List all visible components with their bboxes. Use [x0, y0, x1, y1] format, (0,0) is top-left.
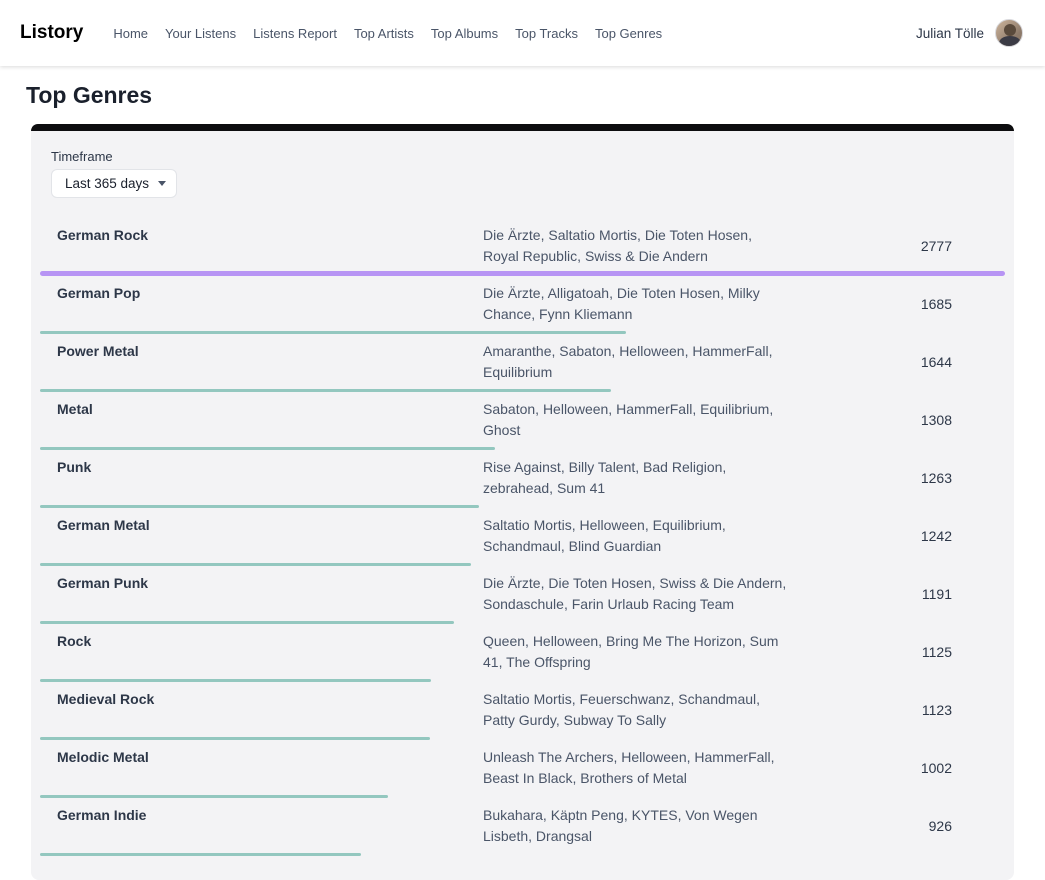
- app-logo[interactable]: Listory: [20, 22, 83, 44]
- genre-name: German Punk: [40, 573, 483, 615]
- chevron-down-icon: [158, 181, 166, 186]
- nav-link-top-genres[interactable]: Top Genres: [595, 26, 662, 41]
- timeframe-value: Last 365 days: [65, 176, 149, 191]
- genre-row: German PunkDie Ärzte, Die Toten Hosen, S…: [40, 566, 1005, 624]
- genre-listen-count: 926: [803, 818, 1005, 834]
- genre-row: PunkRise Against, Billy Talent, Bad Reli…: [40, 450, 1005, 508]
- timeframe-select[interactable]: Last 365 days: [51, 169, 177, 198]
- genre-top-artists: Die Ärzte, Alligatoah, Die Toten Hosen, …: [483, 283, 789, 325]
- genre-top-artists: Die Ärzte, Die Toten Hosen, Swiss & Die …: [483, 573, 789, 615]
- genre-top-artists: Unleash The Archers, Helloween, HammerFa…: [483, 747, 789, 789]
- page-title: Top Genres: [26, 82, 1045, 109]
- genre-progress-bar: [40, 853, 361, 856]
- genre-listen-count: 1123: [803, 702, 1005, 718]
- genre-name: Punk: [40, 457, 483, 499]
- nav-link-top-albums[interactable]: Top Albums: [431, 26, 498, 41]
- genre-top-artists: Saltatio Mortis, Helloween, Equilibrium,…: [483, 515, 789, 557]
- genre-table: German RockDie Ärzte, Saltatio Mortis, D…: [40, 218, 1005, 856]
- genre-top-artists: Sabaton, Helloween, HammerFall, Equilibr…: [483, 399, 789, 441]
- genre-top-artists: Die Ärzte, Saltatio Mortis, Die Toten Ho…: [483, 225, 789, 267]
- genre-name: German Rock: [40, 225, 483, 267]
- navbar: Listory Home Your Listens Listens Report To…: [0, 0, 1045, 66]
- nav-link-top-artists[interactable]: Top Artists: [354, 26, 414, 41]
- genre-listen-count: 1644: [803, 354, 1005, 370]
- genre-row: German MetalSaltatio Mortis, Helloween, …: [40, 508, 1005, 566]
- genre-top-artists: Saltatio Mortis, Feuerschwanz, Schandmau…: [483, 689, 789, 731]
- timeframe-label: Timeframe: [51, 149, 1005, 164]
- card-top-bar: [31, 124, 1014, 131]
- genre-row: MetalSabaton, Helloween, HammerFall, Equ…: [40, 392, 1005, 450]
- genre-row: Power MetalAmaranthe, Sabaton, Helloween…: [40, 334, 1005, 392]
- nav-links: Home Your Listens Listens Report Top Artist…: [113, 26, 662, 41]
- genre-row: Medieval RockSaltatio Mortis, Feuerschwa…: [40, 682, 1005, 740]
- genre-row: German PopDie Ärzte, Alligatoah, Die Tot…: [40, 276, 1005, 334]
- nav-link-listens-report[interactable]: Listens Report: [253, 26, 337, 41]
- nav-link-home[interactable]: Home: [113, 26, 148, 41]
- genre-name: Metal: [40, 399, 483, 441]
- genre-row: German IndieBukahara, Käptn Peng, KYTES,…: [40, 798, 1005, 856]
- genre-name: German Indie: [40, 805, 483, 847]
- genre-name: German Metal: [40, 515, 483, 557]
- genre-listen-count: 1308: [803, 412, 1005, 428]
- top-genres-card: Timeframe Last 365 days German RockDie Ä…: [31, 124, 1014, 880]
- genre-name: Rock: [40, 631, 483, 673]
- genre-name: Melodic Metal: [40, 747, 483, 789]
- genre-top-artists: Queen, Helloween, Bring Me The Horizon, …: [483, 631, 789, 673]
- genre-top-artists: Amaranthe, Sabaton, Helloween, HammerFal…: [483, 341, 789, 383]
- genre-name: Power Metal: [40, 341, 483, 383]
- genre-top-artists: Bukahara, Käptn Peng, KYTES, Von Wegen L…: [483, 805, 789, 847]
- genre-listen-count: 1263: [803, 470, 1005, 486]
- genre-listen-count: 1002: [803, 760, 1005, 776]
- genre-row: RockQueen, Helloween, Bring Me The Horiz…: [40, 624, 1005, 682]
- nav-link-your-listens[interactable]: Your Listens: [165, 26, 236, 41]
- genre-name: Medieval Rock: [40, 689, 483, 731]
- genre-name: German Pop: [40, 283, 483, 325]
- card-body: Timeframe Last 365 days German RockDie Ä…: [31, 131, 1014, 880]
- genre-row: German RockDie Ärzte, Saltatio Mortis, D…: [40, 218, 1005, 276]
- genre-row: Melodic MetalUnleash The Archers, Hellow…: [40, 740, 1005, 798]
- genre-listen-count: 2777: [803, 238, 1005, 254]
- user-avatar[interactable]: [995, 19, 1023, 47]
- genre-listen-count: 1125: [803, 644, 1005, 660]
- user-name: Julian Tölle: [916, 26, 984, 41]
- genre-listen-count: 1242: [803, 528, 1005, 544]
- genre-listen-count: 1685: [803, 296, 1005, 312]
- genre-top-artists: Rise Against, Billy Talent, Bad Religion…: [483, 457, 789, 499]
- nav-link-top-tracks[interactable]: Top Tracks: [515, 26, 578, 41]
- genre-listen-count: 1191: [803, 586, 1005, 602]
- user-menu[interactable]: Julian Tölle: [916, 19, 1023, 47]
